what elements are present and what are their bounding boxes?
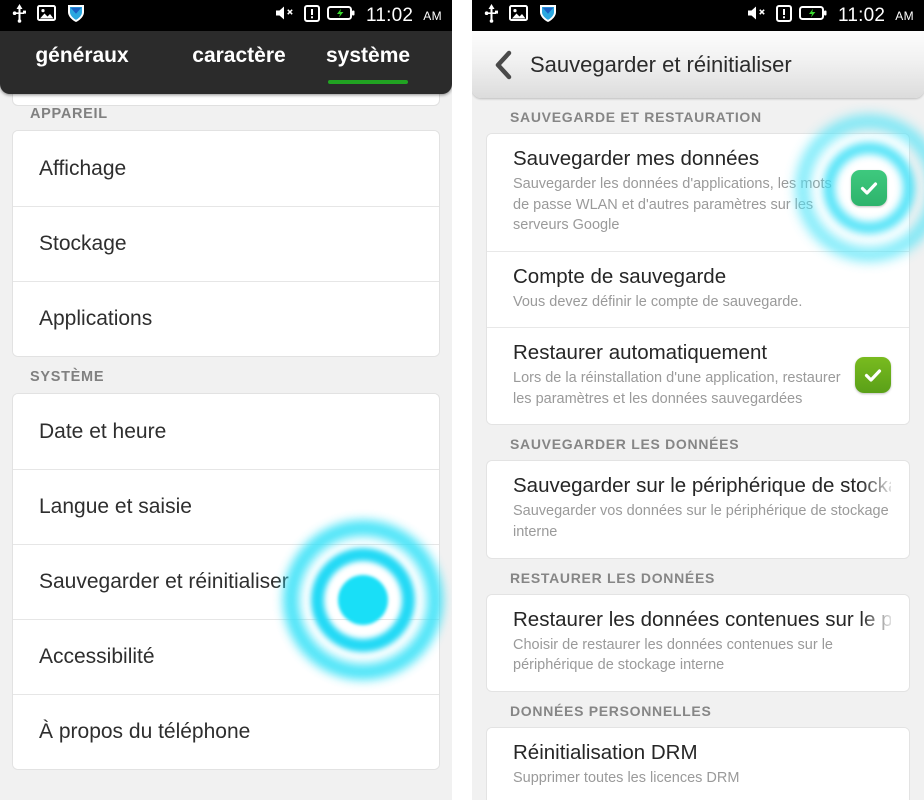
app-header: Sauvegarder et réinitialiser xyxy=(472,31,924,98)
settings-card-sauvegarde: Sauvegarder mes données Sauvegarder les … xyxy=(486,133,910,426)
list-item-sauvegarder-mes-donnees[interactable]: Sauvegarder mes données Sauvegarder les … xyxy=(487,134,909,251)
battery-charging-icon xyxy=(799,5,827,26)
alert-icon xyxy=(304,4,321,27)
settings-card-systeme: Date et heure Langue et saisie Sauvegard… xyxy=(12,393,440,770)
left-phone-screen: 11:02 AM généraux caractère système APPA… xyxy=(0,0,452,800)
list-item-label: Langue et saisie xyxy=(39,495,192,518)
list-item-sauvegarder-et-reinitialiser[interactable]: Sauvegarder et réinitialiser xyxy=(13,544,439,619)
list-item-subtitle: Lors de la réinstallation d'une applicat… xyxy=(513,370,841,407)
list-item-label: Date et heure xyxy=(39,419,167,443)
back-arrow-icon[interactable] xyxy=(488,50,518,80)
list-item-title: Compte de sauvegarde xyxy=(513,264,727,288)
list-item-langue-et-saisie[interactable]: Langue et saisie xyxy=(13,469,439,544)
list-item-text: Compte de sauvegarde Vous devez définir … xyxy=(513,265,891,313)
panel-divider xyxy=(452,0,472,800)
alert-icon xyxy=(776,4,793,27)
list-item-accessibilite[interactable]: Accessibilité xyxy=(13,619,439,694)
section-header-donnees-personnelles: DONNÉES PERSONNELLES xyxy=(510,702,712,719)
list-item-text: Restaurer automatiquement Lors de la réi… xyxy=(513,341,845,409)
list-item-label: Accessibilité xyxy=(39,645,155,668)
status-bar-ampm: AM xyxy=(423,8,442,23)
settings-card-sauvegarder-donnees: Sauvegarder sur le périphérique de stock… xyxy=(486,460,910,559)
list-item-label: À propos du téléphone xyxy=(39,720,251,743)
list-item-restaurer-donnees-contenues[interactable]: Restaurer les données contenues sur le p… xyxy=(487,594,909,691)
status-bar-clock: 11:02 xyxy=(838,4,886,26)
settings-card-appareil: Affichage Stockage Applications xyxy=(12,130,440,357)
screenshot-root: 11:02 AM généraux caractère système APPA… xyxy=(0,0,924,800)
status-bar-right-icons: 11:02 AM xyxy=(275,4,442,27)
checkbox-restaurer-automatiquement[interactable] xyxy=(855,357,891,394)
section-header-restaurer-les-donnees: RESTAURER LES DONNÉES xyxy=(510,569,716,586)
tab-systeme[interactable]: système xyxy=(314,31,436,94)
volume-mute-icon xyxy=(275,5,297,26)
list-item-a-propos-du-telephone[interactable]: À propos du téléphone xyxy=(13,694,439,769)
list-item-label: Applications xyxy=(39,307,153,330)
list-item-sauvegarder-sur-peripherique[interactable]: Sauvegarder sur le périphérique de stock… xyxy=(487,461,909,558)
list-item-subtitle: Sauvegarder vos données sur le périphéri… xyxy=(513,503,889,541)
list-item-title: Réinitialisation DRM xyxy=(513,740,698,764)
list-item-date-et-heure[interactable]: Date et heure xyxy=(13,394,439,469)
list-item-subtitle: Sauvegarder les données d'applications, … xyxy=(513,176,832,234)
section-header-sauvegarde-restauration: SAUVEGARDE ET RESTAURATION xyxy=(510,109,762,125)
list-item-subtitle: Vous devez définir le compte de sauvegar… xyxy=(513,293,803,310)
list-item-label: Sauvegarder et réinitialiser xyxy=(39,570,289,593)
image-icon xyxy=(37,5,56,26)
list-item-applications[interactable]: Applications xyxy=(13,281,439,356)
scrolled-card-peek xyxy=(12,94,440,106)
list-item-stockage[interactable]: Stockage xyxy=(13,206,439,281)
settings-tab-bar: généraux caractère système xyxy=(0,31,452,94)
checkmark-icon xyxy=(855,357,891,394)
tab-caractere[interactable]: caractère xyxy=(164,31,314,94)
status-bar-left: 11:02 AM xyxy=(0,0,452,31)
list-item-restaurer-automatiquement[interactable]: Restaurer automatiquement Lors de la réi… xyxy=(487,327,909,425)
usb-icon xyxy=(484,3,499,28)
list-item-subtitle: Supprimer toutes les licences DRM xyxy=(513,769,740,786)
shield-icon xyxy=(66,3,86,28)
image-icon xyxy=(509,5,528,26)
tab-generaux-label: généraux xyxy=(35,44,129,67)
list-item-title: Sauvegarder mes données xyxy=(513,147,760,170)
status-bar-ampm: AM xyxy=(895,8,914,23)
volume-mute-icon xyxy=(747,5,769,26)
list-item-title: Restaurer automatiquement xyxy=(513,341,768,365)
list-item-text: Restaurer les données contenues sur le p… xyxy=(513,608,891,676)
shield-icon xyxy=(538,3,558,28)
right-phone-screen: 11:02 AM Sauvegarder et réinitialiser SA… xyxy=(472,0,924,800)
list-item-text: Sauvegarder sur le périphérique de stock… xyxy=(513,474,891,542)
tab-caractere-label: caractère xyxy=(192,44,286,67)
list-item-text: Réinitialisation DRM Supprimer toutes le… xyxy=(513,741,891,789)
list-item-label: Affichage xyxy=(39,156,127,180)
list-item-text: Sauvegarder mes données Sauvegarder les … xyxy=(513,147,845,236)
status-bar-right-icons: 11:02 AM xyxy=(747,4,914,27)
section-header-sauvegarder-les-donnees: SAUVEGARDER LES DONNÉES xyxy=(510,436,740,453)
page-title: Sauvegarder et réinitialiser xyxy=(530,51,792,77)
status-bar-left-icons xyxy=(12,3,86,28)
list-item-affichage[interactable]: Affichage xyxy=(13,131,439,206)
settings-list-left[interactable]: APPAREIL Affichage Stockage Applications… xyxy=(0,94,452,800)
status-bar-clock: 11:02 xyxy=(366,4,414,26)
status-bar-right: 11:02 AM xyxy=(472,0,924,31)
list-item-compte-de-sauvegarde[interactable]: Compte de sauvegarde Vous devez définir … xyxy=(487,250,909,328)
list-item-reinitialisation-drm[interactable]: Réinitialisation DRM Supprimer toutes le… xyxy=(487,727,909,800)
list-item-title: Restaurer les données contenues sur le p… xyxy=(513,607,891,631)
list-item-label: Stockage xyxy=(39,232,127,255)
tab-systeme-label: système xyxy=(326,44,411,67)
tab-selected-underline xyxy=(328,80,409,84)
battery-charging-icon xyxy=(327,5,355,26)
settings-list-right[interactable]: SAUVEGARDE ET RESTAURATION Sauvegarder m… xyxy=(472,98,924,800)
tab-generaux[interactable]: généraux xyxy=(0,31,164,94)
settings-card-donnees-personnelles: Réinitialisation DRM Supprimer toutes le… xyxy=(486,726,910,800)
usb-icon xyxy=(12,3,27,28)
status-bar-left-icons xyxy=(484,3,558,28)
list-item-title: Sauvegarder sur le périphérique de stock… xyxy=(513,474,891,498)
settings-card-restaurer-donnees: Restaurer les données contenues sur le p… xyxy=(486,593,910,692)
section-header-systeme: SYSTÈME xyxy=(30,369,105,385)
list-item-subtitle: Choisir de restaurer les données contenu… xyxy=(513,636,833,674)
